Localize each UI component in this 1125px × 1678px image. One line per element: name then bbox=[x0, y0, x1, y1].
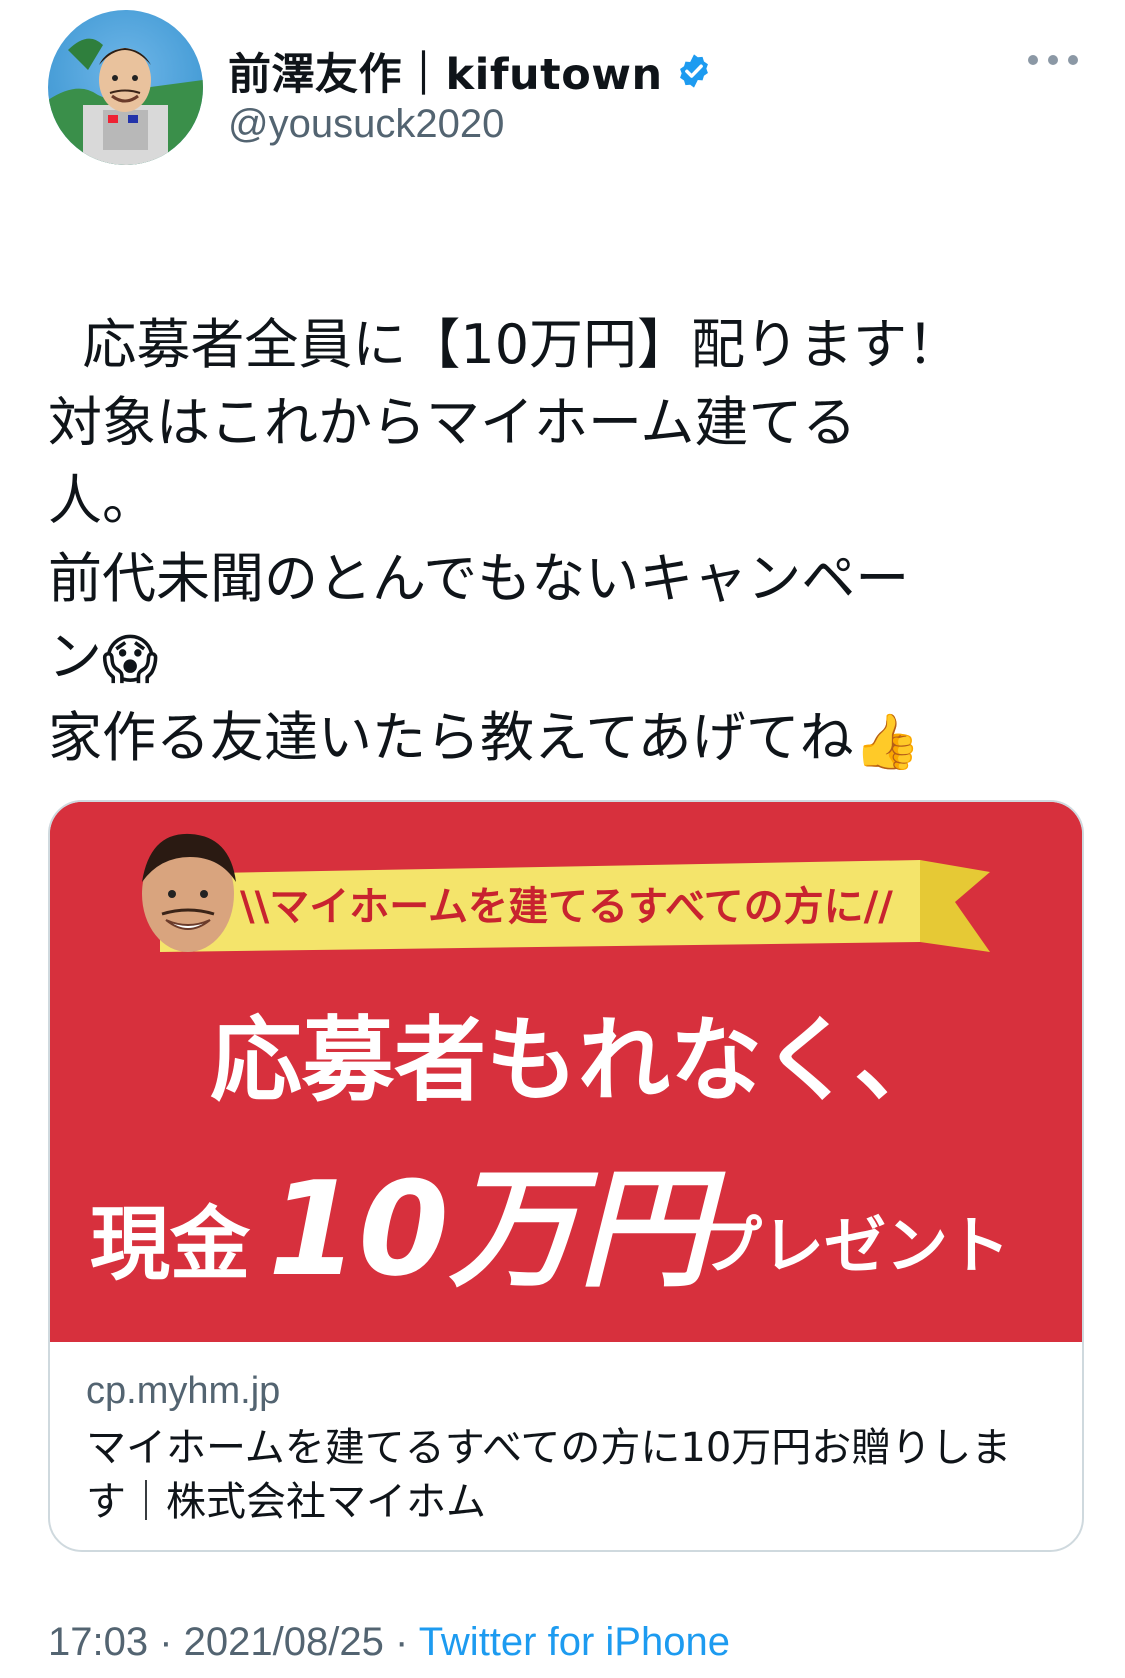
card-domain: cp.myhm.jp bbox=[86, 1370, 281, 1412]
card-image[interactable]: \\マイホームを建てるすべての方に// 応募者もれなく、 現金 10万円 プレゼ… bbox=[50, 802, 1082, 1342]
card-headline-amount: 10万円 bbox=[268, 1153, 726, 1305]
link-card[interactable]: \\マイホームを建てるすべての方に// 応募者もれなく、 現金 10万円 プレゼ… bbox=[48, 800, 1084, 1552]
card-headline-suffix: プレゼント bbox=[700, 1209, 1010, 1282]
card-title: マイホームを建てるすべての方に10万円お贈りします｜株式会社マイホム bbox=[86, 1425, 1012, 1525]
tweet-time[interactable]: 17:03 bbox=[48, 1620, 148, 1664]
tweet-header: 前澤友作｜kifutown @yousuck2020 bbox=[48, 10, 1078, 170]
separator: · bbox=[148, 1620, 184, 1664]
face-screaming-in-fear-icon: 😱 bbox=[102, 628, 159, 692]
display-name-row[interactable]: 前澤友作｜kifutown bbox=[228, 40, 713, 102]
avatar[interactable] bbox=[48, 10, 203, 165]
campaign-banner-image: \\マイホームを建てるすべての方に// 応募者もれなく、 現金 10万円 プレゼ… bbox=[50, 802, 1082, 1342]
card-headline-line1: 応募者もれなく、 bbox=[210, 1007, 946, 1114]
user-handle[interactable]: @yousuck2020 bbox=[228, 102, 504, 147]
more-options-icon[interactable] bbox=[1028, 45, 1078, 75]
tweet-text: 応募者全員に【10万円】配ります！ 対象はこれからマイホーム建てる 人。 前代未… bbox=[48, 228, 1078, 781]
card-meta[interactable]: cp.myhm.jp マイホームを建てるすべての方に10万円お贈りします｜株式会… bbox=[86, 1370, 1046, 1529]
thumbs-up-icon: 👍 bbox=[853, 709, 921, 773]
tweet-footer: 17:03 · 2021/08/25 · Twitter for iPhone bbox=[48, 1620, 730, 1665]
tweet-date[interactable]: 2021/08/25 bbox=[184, 1620, 384, 1664]
card-banner-text: \\マイホームを建てるすべての方に// bbox=[240, 884, 893, 930]
tweet-body: 応募者全員に【10万円】配ります！ 対象はこれからマイホーム建てる 人。 前代未… bbox=[48, 313, 961, 773]
display-name[interactable]: 前澤友作｜kifutown bbox=[228, 40, 663, 102]
verified-badge-icon bbox=[679, 54, 708, 88]
separator: · bbox=[383, 1620, 419, 1664]
tweet-source-link[interactable]: Twitter for iPhone bbox=[419, 1620, 730, 1664]
card-headline-prefix: 現金 bbox=[90, 1198, 251, 1291]
avatar-illustration-icon bbox=[48, 38, 203, 165]
